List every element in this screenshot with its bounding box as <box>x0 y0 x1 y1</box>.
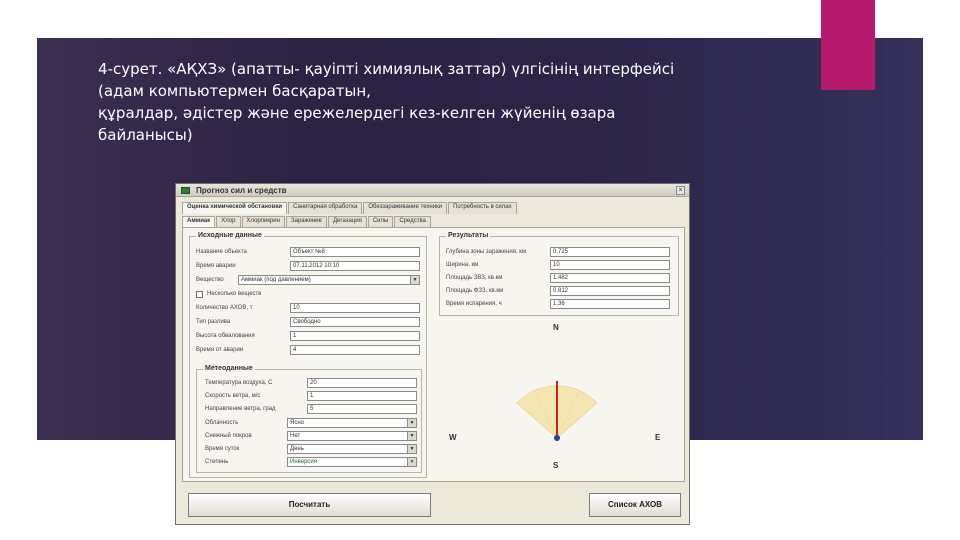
daytime-value: День <box>290 446 304 452</box>
area-pz-label: Площадь ЗВЗ, кв.км <box>446 275 503 281</box>
input-data-title: Исходные данные <box>196 232 264 239</box>
object-field[interactable]: Объект №8 <box>290 247 420 257</box>
time-after-label: Время от аварии <box>196 347 244 353</box>
tab-forces[interactable]: Силы <box>367 216 394 227</box>
snow-cover-value: Нет <box>290 433 301 439</box>
window-titlebar: Прогноз сил и средств × <box>176 184 689 197</box>
tab-chloropicrin[interactable]: Хлорпикрин <box>241 216 285 227</box>
tab-contamination[interactable]: Заражение <box>285 216 327 227</box>
stability-value: Инверсия <box>290 459 318 465</box>
chevron-down-icon: ▼ <box>407 458 416 466</box>
substance-list-button[interactable]: Список АХОВ <box>589 493 681 517</box>
caption-line-3: құралдар, әдістер және ережелердегі кез-… <box>98 104 616 122</box>
tab-means[interactable]: Средства <box>394 216 431 227</box>
chevron-down-icon: ▼ <box>410 276 419 284</box>
time-after-field[interactable]: 4 <box>290 345 420 355</box>
area-fz-label: Площадь ФЗЗ, кв.км <box>446 288 504 294</box>
stability-label: Степень <box>205 459 229 465</box>
caption-line-2: (адам компьютермен басқаратын, <box>98 82 371 100</box>
tab-decontamination[interactable]: Обеззараживание техники <box>363 202 448 214</box>
results-title: Результаты <box>446 232 491 239</box>
slide: 4-сурет. «АҚХЗ» (апатты- қауіпті химиялы… <box>0 0 960 540</box>
substance-select[interactable]: Аммиак (под давлением) ▼ <box>238 275 420 285</box>
temperature-label: Температура воздуха, С <box>205 380 273 386</box>
accident-time-label: Время аварии <box>196 263 236 269</box>
app-window: Прогноз сил и средств × Оценка химическо… <box>175 183 690 525</box>
compass-east-label: E <box>655 433 661 442</box>
substance-value: Аммиак (под давлением) <box>241 277 311 283</box>
chevron-down-icon: ▼ <box>407 432 416 440</box>
calculate-button[interactable]: Посчитать <box>188 493 431 517</box>
evaporation-time-label: Время испарения, ч <box>446 301 502 307</box>
compass-south-label: S <box>553 461 559 470</box>
input-data-group: Исходные данные Название объекта Объект … <box>189 232 427 478</box>
chevron-down-icon: ▼ <box>407 419 416 427</box>
temperature-field[interactable]: 20 <box>307 378 417 388</box>
tab-row-2: Аммиак Хлор Хлорпикрин Заражение Дегазац… <box>182 216 432 227</box>
window-title: Прогноз сил и средств <box>196 186 287 195</box>
area-pz-field[interactable]: 1.482 <box>550 273 670 283</box>
multiple-substances-label: Несколько веществ <box>207 291 262 297</box>
object-label: Название объекта <box>196 249 247 255</box>
meteo-group: Метеоданные Температура воздуха, С 20 Ск… <box>196 365 422 473</box>
snow-cover-select[interactable]: Нет ▼ <box>287 431 417 441</box>
substance-label: Вещество <box>196 277 224 283</box>
width-field[interactable]: 10 <box>550 260 670 270</box>
area-fz-field[interactable]: 0.812 <box>550 286 670 296</box>
wind-speed-field[interactable]: 1 <box>307 391 417 401</box>
accent-bar <box>821 0 875 90</box>
slide-caption: 4-сурет. «АҚХЗ» (апатты- қауіпті химиялы… <box>98 58 798 146</box>
amount-label: Количество АХОВ, т <box>196 305 253 311</box>
wind-direction-label: Направление ветра, град <box>205 406 276 412</box>
main-pane: Исходные данные Название объекта Объект … <box>182 227 685 482</box>
width-label: Ширина, км <box>446 262 479 268</box>
app-icon <box>181 187 190 194</box>
daytime-select[interactable]: День ▼ <box>287 444 417 454</box>
embankment-field[interactable]: 1 <box>290 331 420 341</box>
tab-forces-need[interactable]: Потребность в силах <box>448 202 517 214</box>
tab-row-1: Оценка химической обстановки Санитарная … <box>182 202 518 214</box>
cloudiness-select[interactable]: Ясно ▼ <box>287 418 417 428</box>
snow-cover-label: Снежный покров <box>205 433 252 439</box>
cloudiness-value: Ясно <box>290 420 304 426</box>
spill-type-field[interactable]: Свободно <box>290 317 420 327</box>
caption-line-4: байланысы) <box>98 126 193 144</box>
accident-time-field[interactable]: 07.11.2012 10:10 <box>290 261 420 271</box>
tab-chlorine[interactable]: Хлор <box>216 216 241 227</box>
amount-field[interactable]: 10 <box>290 303 420 313</box>
daytime-label: Время суток <box>205 446 240 452</box>
source-point <box>554 435 560 441</box>
tab-sanitary-treatment[interactable]: Санитарная обработка <box>288 202 363 214</box>
chevron-down-icon: ▼ <box>407 445 416 453</box>
close-icon[interactable]: × <box>676 186 685 195</box>
tab-ammonia[interactable]: Аммиак <box>182 216 216 227</box>
compass-diagram <box>516 381 598 441</box>
cloudiness-label: Облачность <box>205 420 239 426</box>
results-group: Результаты Глубина зоны заражения, км 0.… <box>439 232 679 316</box>
compass-west-label: W <box>449 433 457 442</box>
multiple-substances-checkbox[interactable] <box>196 291 203 298</box>
meteo-title: Метеоданные <box>203 365 255 372</box>
caption-line-1: 4-сурет. «АҚХЗ» (апатты- қауіпті химиялы… <box>98 60 675 78</box>
tab-chemical-situation[interactable]: Оценка химической обстановки <box>182 202 288 214</box>
depth-label: Глубина зоны заражения, км <box>446 249 527 255</box>
spill-type-label: Тип разлива <box>196 319 231 325</box>
embankment-label: Высота обвалования <box>196 333 255 339</box>
evaporation-time-field[interactable]: 1.36 <box>550 299 670 309</box>
tab-degassing[interactable]: Дегазация <box>327 216 367 227</box>
compass-north-label: N <box>553 323 559 332</box>
wind-direction-field[interactable]: 5 <box>307 404 417 414</box>
compass-panel: N S W E <box>447 323 683 479</box>
wind-speed-label: Скорость ветра, м/с <box>205 393 261 399</box>
stability-select[interactable]: Инверсия ▼ <box>287 457 417 467</box>
depth-field[interactable]: 0.725 <box>550 247 670 257</box>
